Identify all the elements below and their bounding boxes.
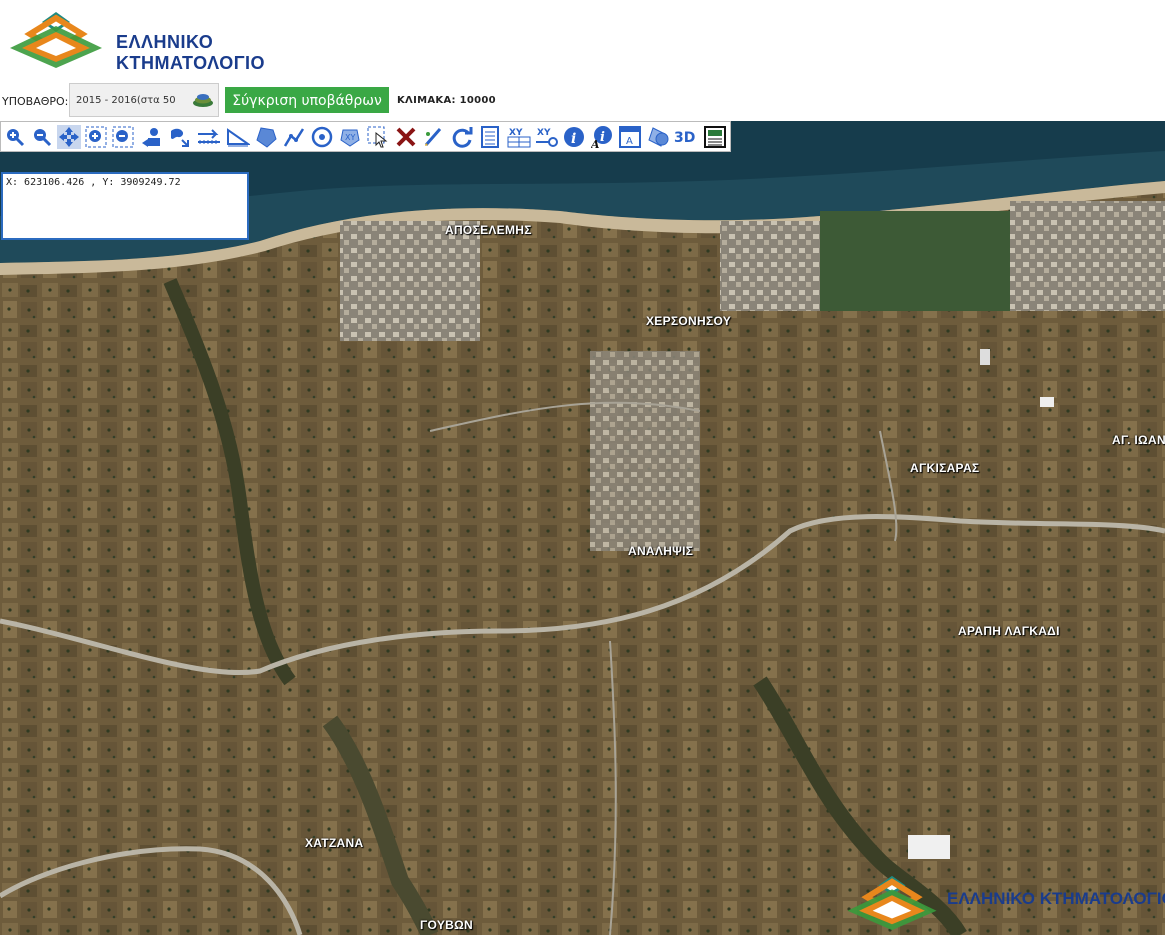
label-icon[interactable]: A: [618, 125, 642, 149]
svg-text:i: i: [600, 130, 605, 145]
ktimatologio-logo[interactable]: ΕΛΛΗΝΙΚΟ ΚΤΗΜΑΤΟΛΟΓΙΟ: [6, 8, 336, 73]
full-extent-icon[interactable]: [167, 125, 191, 149]
select-icon[interactable]: [366, 125, 390, 149]
clear-icon[interactable]: [394, 125, 418, 149]
measure-angle-icon[interactable]: [226, 125, 250, 149]
svg-text:A: A: [591, 138, 600, 149]
coordinate-text: X: 623106.426 , Y: 3909249.72: [6, 177, 181, 188]
legend-icon[interactable]: [478, 125, 502, 149]
watermark-logo: ΕΛΛΗΝΙΚΟ ΚΤΗΜΑΤΟΛΟΓΙΟ: [842, 872, 1165, 932]
coordinate-readout: X: 623106.426 , Y: 3909249.72: [1, 172, 249, 240]
scale-label: ΚΛΙΜΑΚΑ: 10000: [397, 95, 496, 106]
basemap-layers-icon: [193, 94, 213, 107]
watermark-logo-mark-icon: [847, 875, 937, 931]
svg-text:A: A: [626, 136, 633, 147]
map-label-analipsis: ΑΝΑΛΗΨΙΣ: [628, 544, 694, 558]
info-text-icon[interactable]: iA: [590, 125, 614, 149]
basemap-select[interactable]: 2015 - 2016(στα 50: [69, 83, 219, 117]
zoom-box-in-icon[interactable]: [84, 125, 108, 149]
map-label-gouvon: ΓΟΥΒΩΝ: [420, 918, 473, 932]
logo-mark-icon: [10, 12, 102, 68]
measure-area-icon[interactable]: [254, 125, 278, 149]
map-label-aposelemis: ΑΠΟΣΕΛΕΜΗΣ: [445, 223, 532, 237]
svg-text:XY: XY: [537, 128, 551, 138]
basemap-selected-value: 2015 - 2016(στα 50: [76, 95, 176, 106]
3d-icon[interactable]: 3D: [672, 125, 700, 149]
edit-icon[interactable]: [422, 125, 446, 149]
map-label-arapi-lagkadi: ΑΡΑΠΗ ΛΑΓΚΑΔΙ: [958, 624, 1060, 638]
info-icon[interactable]: i: [562, 125, 586, 149]
svg-text:3D: 3D: [674, 130, 695, 146]
draw-polygon-icon[interactable]: XY: [338, 125, 362, 149]
map-toolbar: XY XY XY i iA A 3D: [0, 121, 731, 152]
header: ΕΛΛΗΝΙΚΟ ΚΤΗΜΑΤΟΛΟΓΙΟ: [0, 0, 1165, 85]
basemap-label: ΥΠΟΒΑΘΡΟ:: [2, 95, 69, 108]
zoom-out-icon[interactable]: [30, 125, 54, 149]
aerial-imagery: [0, 121, 1165, 935]
xy-table-icon[interactable]: XY: [506, 125, 532, 149]
compare-basemaps-button[interactable]: Σύγκριση υποβάθρων: [225, 87, 389, 113]
xy-goto-icon[interactable]: XY: [534, 125, 560, 149]
logo-title: ΕΛΛΗΝΙΚΟ ΚΤΗΜΑΤΟΛΟΓΙΟ: [116, 32, 266, 73]
layers-icon[interactable]: [646, 125, 670, 149]
zoom-in-icon[interactable]: [3, 125, 27, 149]
watermark-text: ΕΛΛΗΝΙΚΟ ΚΤΗΜΑΤΟΛΟΓΙΟ: [947, 889, 1165, 908]
map-label-chersonisou: ΧΕΡΣΟΝΗΣΟΥ: [646, 314, 732, 328]
zoom-box-out-icon[interactable]: [111, 125, 135, 149]
print-icon[interactable]: [703, 125, 727, 149]
svg-text:i: i: [571, 131, 576, 147]
draw-circle-icon[interactable]: [310, 125, 334, 149]
previous-extent-icon[interactable]: [140, 125, 164, 149]
map-view[interactable]: ΑΠΟΣΕΛΕΜΗΣ ΧΕΡΣΟΝΗΣΟΥ ΑΓ. ΙΩΑΝ ΑΓΚΙΣΑΡΑΣ…: [0, 121, 1165, 935]
map-label-ag-ioannis: ΑΓ. ΙΩΑΝ: [1112, 433, 1165, 447]
pan-icon[interactable]: [57, 125, 81, 149]
measure-distance-icon[interactable]: [197, 125, 221, 149]
refresh-icon[interactable]: [450, 125, 474, 149]
map-label-agkisaras: ΑΓΚΙΣΑΡΑΣ: [910, 461, 980, 475]
map-label-chatzana: ΧΑΤΖΑΝΑ: [305, 836, 364, 850]
svg-text:XY: XY: [345, 133, 355, 142]
draw-line-icon[interactable]: [282, 125, 306, 149]
